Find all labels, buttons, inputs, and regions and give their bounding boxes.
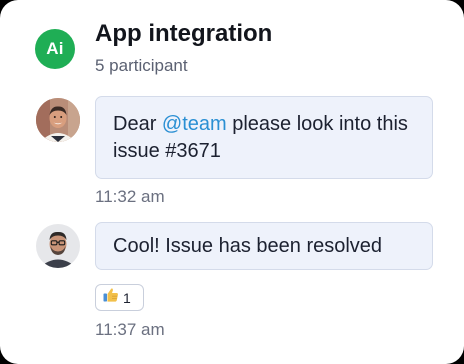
- mention-link[interactable]: @team: [162, 113, 227, 135]
- reaction-count: 1: [123, 289, 131, 306]
- avatar-photo: [36, 224, 80, 268]
- message-bubble[interactable]: Cool! Issue has been resolved: [95, 222, 433, 270]
- message-timestamp: 11:32 am: [95, 187, 165, 206]
- message-text: Dear: [113, 113, 162, 135]
- chat-card: Ai App integration 5 participant Dear @t…: [0, 0, 464, 364]
- chat-title: App integration: [95, 20, 273, 47]
- sender-avatar[interactable]: [36, 98, 80, 142]
- thumbs-up-icon: [102, 286, 120, 309]
- participant-count[interactable]: 5 participant: [95, 56, 188, 76]
- reaction-chip[interactable]: 1: [95, 284, 144, 311]
- message-timestamp: 11:37 am: [95, 320, 165, 339]
- message-bubble[interactable]: Dear @team please look into this issue #…: [95, 96, 433, 179]
- group-avatar[interactable]: Ai: [35, 29, 75, 69]
- sender-avatar[interactable]: [36, 224, 80, 268]
- message-text: Cool! Issue has been resolved: [113, 235, 383, 257]
- avatar-photo: [36, 98, 80, 142]
